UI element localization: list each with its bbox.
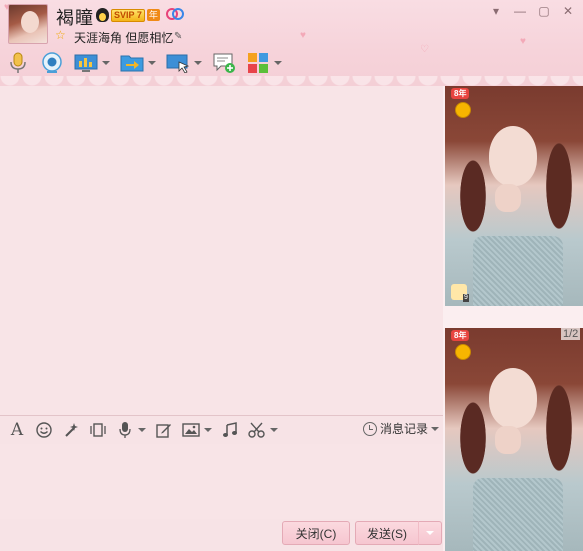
photo-dress [473, 478, 563, 551]
photo-dress [473, 236, 563, 306]
magic-icon [62, 421, 80, 439]
message-input[interactable] [0, 444, 443, 519]
font-button[interactable]: A [8, 420, 26, 440]
photo-hand [495, 184, 521, 212]
contact-signature: 天涯海角 但愿相忆 [74, 31, 174, 45]
chat-toolbar [6, 51, 292, 75]
chevron-down-icon[interactable] [138, 428, 146, 432]
apps-button[interactable] [246, 51, 282, 75]
contact-avatar[interactable] [8, 4, 48, 44]
contact-photo[interactable]: 8年 9 [445, 86, 583, 306]
clock-icon [362, 421, 377, 436]
screen-share-icon [74, 52, 98, 74]
close-button[interactable]: 关闭(C) [282, 521, 350, 545]
send-button[interactable]: 发送(S) [355, 521, 418, 545]
decorative-heart-icon: ♥ [300, 30, 306, 41]
years-badge: 8年 [451, 88, 470, 99]
webcam-icon [40, 52, 64, 74]
doodle-button[interactable] [155, 420, 173, 440]
minimize-icon[interactable]: — [513, 4, 527, 18]
window-controls: ▾ — ▢ ✕ [489, 4, 575, 18]
contact-photo[interactable]: 8年 [445, 328, 583, 551]
image-icon [182, 421, 200, 439]
chevron-down-icon[interactable] [148, 61, 156, 65]
restore-icon[interactable]: ▢ [537, 4, 551, 18]
remote-assist-button[interactable] [166, 51, 202, 75]
file-transfer-button[interactable] [120, 51, 156, 75]
chevron-down-icon[interactable] [204, 428, 212, 432]
decorative-heart-icon: ♡ [420, 44, 429, 55]
photo-hand [495, 426, 521, 454]
star-icon: ☆ [55, 28, 66, 42]
medal-icon [455, 344, 471, 360]
video-call-button[interactable] [40, 51, 64, 75]
screen-shake-button[interactable] [89, 420, 107, 440]
contact-show-pane: 8年 9 8年 1/2 [443, 86, 583, 551]
remote-assist-icon [166, 52, 190, 74]
message-record-button[interactable]: 消息记录 [362, 420, 439, 437]
voice-call-button[interactable] [6, 51, 30, 75]
photo-face [489, 368, 537, 428]
send-image-button[interactable] [182, 420, 212, 440]
chevron-down-icon[interactable] [102, 61, 110, 65]
link-icon[interactable] [166, 7, 184, 21]
chevron-down-icon[interactable] [270, 428, 278, 432]
voice-message-button[interactable] [116, 420, 146, 440]
chevron-down-icon[interactable] [194, 61, 202, 65]
screenshot-button[interactable] [248, 420, 278, 440]
vip-year-label: 年 [146, 9, 160, 21]
screen-shake-icon [89, 421, 107, 439]
contact-nickname[interactable]: 褐瞳 [56, 4, 94, 30]
chat-header: ♥ ♡ ♥ ♥ 褐瞳 SVIP 7 年 ☆ 天涯海角 但愿相忆 ✎ ▾ — ▢ … [0, 0, 583, 86]
file-transfer-icon [120, 52, 144, 74]
emoji-icon [35, 421, 53, 439]
screen-share-button[interactable] [74, 51, 110, 75]
apps-icon [246, 52, 270, 74]
photo-face [489, 126, 537, 186]
music-icon [221, 421, 239, 439]
thumbs-up-count: 9 [463, 294, 469, 302]
chevron-down-icon [431, 426, 439, 431]
vip-badge[interactable]: SVIP 7 年 [96, 8, 160, 22]
message-record-label: 消息记录 [379, 422, 428, 436]
music-button[interactable] [221, 420, 239, 440]
font-icon: A [10, 420, 24, 440]
chevron-down-icon[interactable] [274, 61, 282, 65]
chevron-down-icon [426, 531, 434, 535]
create-discussion-icon [212, 52, 236, 74]
medal-icon [455, 102, 471, 118]
message-history[interactable] [0, 86, 443, 415]
close-icon[interactable]: ✕ [561, 4, 575, 18]
voice-icon [116, 421, 134, 439]
decorative-heart-icon: ♥ [520, 36, 526, 47]
create-discussion-button[interactable] [212, 51, 236, 75]
doodle-icon [155, 421, 173, 439]
input-toolbar: A 消息记录 [0, 416, 443, 444]
screenshot-icon [248, 421, 266, 439]
magic-expression-button[interactable] [62, 420, 80, 440]
page-indicator: 1/2 [561, 328, 581, 340]
emoji-button[interactable] [35, 420, 53, 440]
microphone-icon [6, 52, 30, 74]
signature-edit-icon: ✎ [174, 31, 183, 42]
years-badge: 8年 [451, 330, 470, 341]
penguin-icon [96, 8, 109, 22]
menu-dropdown-icon[interactable]: ▾ [489, 4, 503, 18]
send-options-button[interactable] [418, 521, 442, 545]
vip-level-label: SVIP 7 [111, 8, 145, 22]
